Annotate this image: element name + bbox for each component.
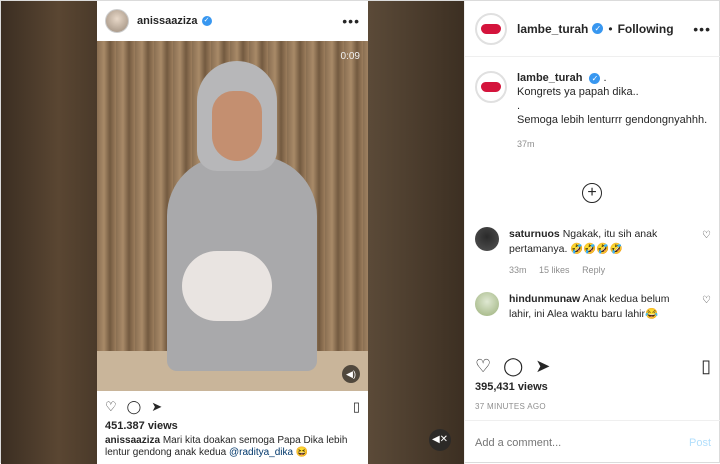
embedded-caption-mention: @raditya_dika [229, 447, 294, 458]
comment-bubble-icon[interactable]: ◯ [503, 356, 523, 376]
embedded-username: anissaaziza [137, 15, 198, 27]
share-send-icon[interactable]: ➤ [535, 356, 550, 376]
lips-logo-icon [481, 23, 501, 34]
caption-username[interactable]: lambe_turah [517, 72, 582, 84]
avatar[interactable] [475, 12, 507, 45]
caption-time[interactable]: 37m [517, 137, 707, 151]
caption-line-2: . [517, 100, 521, 112]
comment-like-icon[interactable]: ♡ [702, 227, 711, 278]
video-timecode: 0:09 [340, 51, 360, 62]
comment-like-icon[interactable]: ♡ [702, 292, 711, 322]
embedded-video: 0:09 ◀) [97, 41, 368, 391]
separator-dot: • [608, 21, 613, 36]
embedded-actions: ♡ ◯ ➤ ▯ [97, 396, 368, 418]
embedded-caption-emoji: 😆 [295, 447, 309, 458]
comment-username[interactable]: hindunmunaw [509, 293, 580, 305]
load-more-comments-button[interactable]: + [582, 183, 602, 203]
media-backdrop-right [368, 1, 464, 464]
verified-badge-icon: ✓ [592, 23, 604, 34]
caption-avatar[interactable] [475, 71, 507, 103]
post-header: lambe_turah ✓ • Following ••• [465, 1, 720, 57]
comment-meta: 33m 15 likes Reply [509, 263, 689, 278]
comment-time[interactable]: 33m [509, 265, 527, 275]
comment-likes[interactable]: 15 likes [539, 265, 570, 275]
lips-logo-icon [481, 82, 501, 92]
video-person [167, 61, 317, 391]
embedded-comment-icon: ◯ [126, 399, 142, 414]
post-caption: lambe_turah ✓ . Kongrets ya papah dika..… [475, 71, 711, 151]
comment-body: hindunmunaw Anak kedua belum lahir, ini … [509, 292, 689, 322]
comment-item: saturnuos Ngakak, itu sih anak pertamany… [475, 227, 711, 278]
post-timestamp[interactable]: 37 MINUTES AGO [475, 402, 546, 411]
instagram-post-modal: anissaaziza ✓ ••• 0:09 ◀) ♡ ◯ ➤ ▯ 451.38… [0, 0, 720, 464]
post-comment-button[interactable]: Post [689, 437, 711, 449]
embedded-views: 451.387 views [105, 420, 178, 432]
embedded-post-screenshot: anissaaziza ✓ ••• 0:09 ◀) ♡ ◯ ➤ ▯ 451.38… [97, 1, 368, 464]
person-baby [182, 251, 272, 321]
caption-suffix: . [603, 72, 607, 84]
embedded-share-icon: ➤ [151, 399, 163, 414]
caption-verified-icon: ✓ [589, 73, 601, 84]
views-count[interactable]: 395,431 views [475, 381, 548, 393]
caption-body: lambe_turah ✓ . Kongrets ya papah dika..… [517, 71, 707, 151]
post-side-panel: lambe_turah ✓ • Following ••• lambe_tura… [464, 1, 720, 464]
save-bookmark-icon[interactable]: ▯ [701, 356, 711, 376]
caption-line-1: Kongrets ya papah dika.. [517, 86, 639, 98]
embedded-caption: anissaaziza Mari kita doakan semoga Papa… [105, 435, 363, 459]
embedded-post-header: anissaaziza ✓ ••• [97, 1, 368, 41]
verified-badge-icon: ✓ [201, 16, 212, 26]
comment-reply-button[interactable]: Reply [582, 265, 605, 275]
comment-username[interactable]: saturnuos [509, 228, 560, 240]
post-actions: ♡ ◯ ➤ ▯ [475, 356, 711, 376]
embedded-more-icon: ••• [342, 13, 360, 29]
like-heart-icon[interactable]: ♡ [475, 356, 491, 376]
post-media: anissaaziza ✓ ••• 0:09 ◀) ♡ ◯ ➤ ▯ 451.38… [1, 1, 464, 464]
caption-line-3: Semoga lebih lenturrr gendongnyahhh. [517, 114, 708, 126]
comment-avatar[interactable] [475, 227, 499, 251]
embedded-mute-icon: ◀) [342, 365, 360, 383]
embedded-bookmark-icon: ▯ [352, 399, 360, 414]
post-username[interactable]: lambe_turah [517, 22, 588, 36]
comment-input[interactable] [475, 436, 665, 449]
embedded-caption-user: anissaaziza [105, 435, 161, 446]
media-backdrop-left [1, 1, 97, 464]
comment-item: hindunmunaw Anak kedua belum lahir, ini … [475, 292, 711, 322]
person-face [212, 91, 262, 161]
following-button[interactable]: Following [618, 22, 674, 36]
mute-toggle-icon[interactable]: ◀✕ [429, 429, 451, 451]
embedded-heart-icon: ♡ [105, 399, 117, 414]
comment-body: saturnuos Ngakak, itu sih anak pertamany… [509, 227, 689, 278]
comment-avatar[interactable] [475, 292, 499, 316]
more-options-icon[interactable]: ••• [693, 21, 711, 37]
embedded-avatar [105, 9, 129, 33]
add-comment-bar: Post [465, 420, 720, 464]
